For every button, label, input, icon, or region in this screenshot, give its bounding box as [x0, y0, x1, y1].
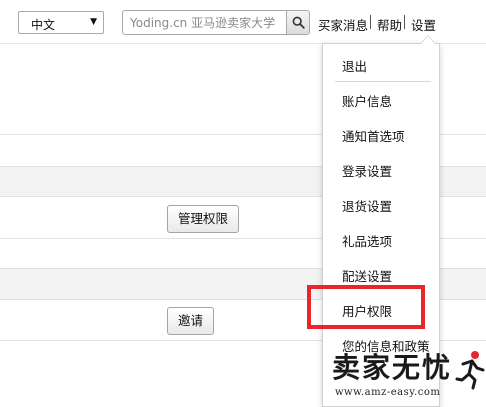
language-select-value: 中文 [31, 18, 56, 32]
highlight-box [307, 285, 425, 329]
nav-settings[interactable]: 设置 [411, 15, 436, 34]
menu-item-shipping-settings[interactable]: 配送设置 [342, 266, 392, 285]
nav-help[interactable]: 帮助 [377, 15, 402, 34]
top-bar: 中文 ▼ 买家消息 帮助 设置 [0, 0, 486, 44]
dropdown-caret [421, 36, 435, 44]
chevron-down-icon: ▼ [90, 17, 97, 27]
watermark: 卖家无忧 www.amz-easy.com [332, 346, 486, 407]
menu-item-login-settings[interactable]: 登录设置 [342, 161, 392, 180]
language-select[interactable]: 中文 ▼ [18, 11, 104, 34]
menu-item-notification-preferences[interactable]: 通知首选项 [342, 126, 405, 145]
menu-item-account-info[interactable]: 账户信息 [342, 91, 392, 110]
menu-item-return-settings[interactable]: 退货设置 [342, 196, 392, 215]
search-box [122, 10, 286, 35]
manage-permissions-button[interactable]: 管理权限 [167, 205, 240, 233]
watermark-title: 卖家无忧 [332, 351, 453, 384]
runner-logo-icon [455, 351, 485, 390]
menu-item-gift-options[interactable]: 礼品选项 [342, 231, 392, 250]
search-icon [292, 16, 305, 29]
nav-divider [404, 15, 405, 29]
invite-button[interactable]: 邀请 [167, 307, 215, 335]
search-input[interactable] [123, 11, 286, 34]
menu-item-sign-out[interactable]: 退出 [342, 56, 367, 75]
nav-buyer-messages[interactable]: 买家消息 [318, 15, 368, 34]
watermark-url: www.amz-easy.com [335, 387, 441, 398]
nav-divider [370, 15, 371, 29]
search-button[interactable] [286, 10, 310, 35]
menu-divider [335, 81, 431, 82]
